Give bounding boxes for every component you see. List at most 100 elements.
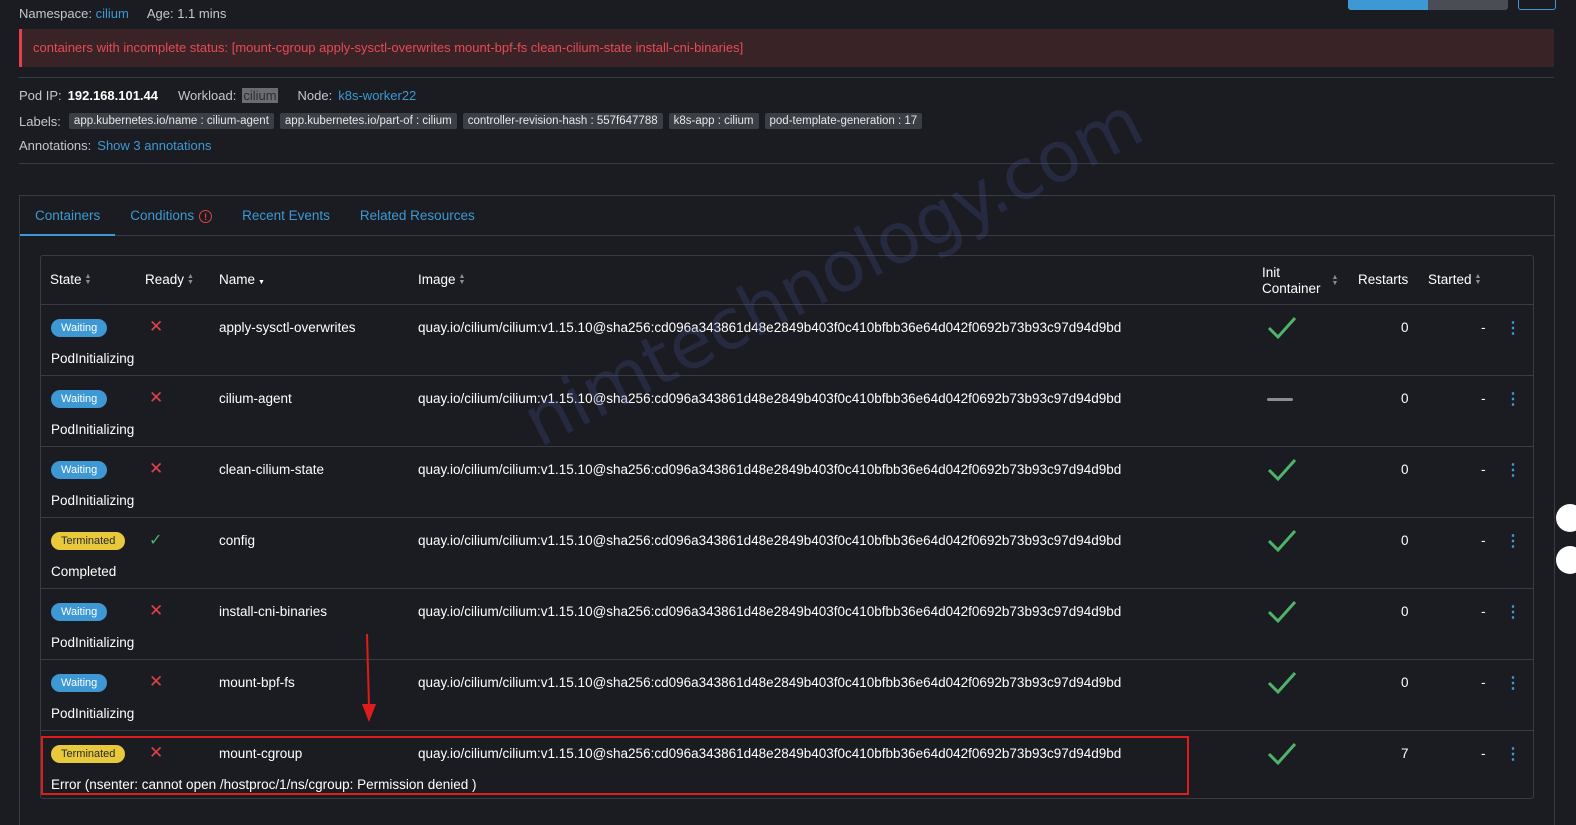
ready-cell: ✕ xyxy=(149,459,163,479)
age-value: 1.1 mins xyxy=(177,5,227,21)
started-value: - xyxy=(1481,533,1486,548)
header-label-line: Container xyxy=(1262,281,1321,296)
check-icon xyxy=(1267,671,1297,695)
cross-icon: ✕ xyxy=(149,601,164,620)
state-detail: PodInitializing xyxy=(51,351,135,366)
restarts-count: 0 xyxy=(1401,533,1409,548)
age-label: Age: xyxy=(146,5,174,21)
container-image: quay.io/cilium/cilium:v1.15.10@sha256:cd… xyxy=(418,391,1122,406)
container-image: quay.io/cilium/cilium:v1.15.10@sha256:cd… xyxy=(418,533,1122,548)
init-container-cell xyxy=(1267,315,1297,344)
column-header-state[interactable]: State ▲ ▼ xyxy=(50,272,91,287)
annotations-label: Annotations: xyxy=(19,138,92,153)
init-container-cell xyxy=(1267,670,1297,699)
container-name: mount-bpf-fs xyxy=(219,675,295,690)
containers-table: State ▲ ▼ Ready ▲ ▼ Name ▼ Image ▲ ▼ Init C… xyxy=(40,255,1534,799)
restarts-count: 0 xyxy=(1401,462,1409,477)
started-value: - xyxy=(1481,462,1486,477)
state-detail: Error (nsenter: cannot open /hostproc/1/… xyxy=(51,777,477,792)
container-image: quay.io/cilium/cilium:v1.15.10@sha256:cd… xyxy=(418,746,1122,761)
check-icon xyxy=(1267,458,1297,482)
column-header-image[interactable]: Image ▲ ▼ xyxy=(418,272,465,287)
state-badge: Terminated xyxy=(51,532,126,550)
primary-action-button[interactable] xyxy=(1348,0,1428,10)
header-label: Init Container xyxy=(1262,265,1321,297)
sort-icon: ▲ ▼ xyxy=(187,272,194,286)
row-actions-kebab-icon[interactable]: ⋮ xyxy=(1505,389,1521,409)
column-header-restarts[interactable]: Restarts xyxy=(1358,272,1408,287)
tab-bar: Containers Conditions ! Recent Events Re… xyxy=(20,196,1554,236)
side-avatar-button[interactable] xyxy=(1556,546,1576,574)
column-header-started[interactable]: Started ▲ ▼ xyxy=(1428,272,1481,287)
tab-related-resources[interactable]: Related Resources xyxy=(345,196,490,236)
cross-icon: ✕ xyxy=(149,459,164,478)
ready-cell: ✕ xyxy=(149,317,163,337)
column-header-init-container[interactable]: Init Container ▲ ▼ xyxy=(1262,265,1338,297)
container-image: quay.io/cilium/cilium:v1.15.10@sha256:cd… xyxy=(418,462,1122,477)
state-badge: Waiting xyxy=(51,674,108,692)
ready-cell: ✕ xyxy=(149,388,163,408)
incomplete-status-banner: containers with incomplete status: [moun… xyxy=(19,29,1554,67)
header-label: Restarts xyxy=(1358,272,1409,287)
state-cell: Waiting xyxy=(51,390,108,408)
restarts-count: 0 xyxy=(1401,320,1409,335)
row-actions-kebab-icon[interactable]: ⋮ xyxy=(1505,318,1521,338)
init-container-cell xyxy=(1267,457,1297,486)
secondary-action-button[interactable] xyxy=(1428,0,1508,10)
labels-label: Labels: xyxy=(19,113,61,129)
more-action-button[interactable] xyxy=(1518,0,1556,10)
state-cell: Waiting xyxy=(51,603,108,621)
annotation-arrow-icon xyxy=(362,634,376,722)
cross-icon: ✕ xyxy=(149,672,164,691)
state-cell: Waiting xyxy=(51,461,108,479)
row-actions-kebab-icon[interactable]: ⋮ xyxy=(1505,744,1521,764)
row-actions-kebab-icon[interactable]: ⋮ xyxy=(1505,602,1521,622)
started-value: - xyxy=(1481,675,1486,690)
annotations-row: Annotations: Show 3 annotations xyxy=(19,138,211,153)
sort-icon: ▲ ▼ xyxy=(458,272,466,286)
label-tag: pod-template-generation : 17 xyxy=(764,113,923,129)
restarts-count: 0 xyxy=(1401,391,1409,406)
ready-cell: ✕ xyxy=(149,601,163,621)
header-action-group xyxy=(1348,0,1508,10)
sort-icon: ▲ ▼ xyxy=(84,272,92,286)
started-value: - xyxy=(1481,746,1486,761)
container-name: config xyxy=(219,533,256,548)
label-tag: k8s-app : cilium xyxy=(668,113,759,129)
workload-link[interactable]: cilium xyxy=(242,88,278,103)
row-actions-kebab-icon[interactable]: ⋮ xyxy=(1505,460,1521,480)
row-actions-kebab-icon[interactable]: ⋮ xyxy=(1505,673,1521,693)
pod-ip-label: Pod IP: xyxy=(19,88,62,103)
row-actions-kebab-icon[interactable]: ⋮ xyxy=(1505,531,1521,551)
divider xyxy=(19,163,1554,164)
workload-label: Workload: xyxy=(178,88,237,103)
dash-icon xyxy=(1267,398,1293,401)
tab-containers[interactable]: Containers xyxy=(20,196,116,236)
container-image: quay.io/cilium/cilium:v1.15.10@sha256:cd… xyxy=(418,320,1122,335)
side-widget-button[interactable] xyxy=(1556,504,1576,532)
check-icon xyxy=(1267,600,1297,624)
divider xyxy=(19,77,1554,78)
node-link[interactable]: k8s-worker22 xyxy=(338,88,416,103)
tab-recent-events[interactable]: Recent Events xyxy=(227,196,345,236)
table-row: Waiting PodInitializing ✕ apply-sysctl-over… xyxy=(41,305,1533,376)
check-icon xyxy=(1267,529,1297,553)
ready-cell: ✓ xyxy=(149,530,162,550)
container-name: apply-sysctl-overwrites xyxy=(219,320,356,335)
alert-icon: ! xyxy=(199,210,213,223)
namespace-link[interactable]: cilium xyxy=(96,6,129,21)
state-detail: PodInitializing xyxy=(51,635,135,650)
table-row: Terminated Completed ✓ config quay.io/cilium… xyxy=(41,518,1533,589)
pod-meta-line: Namespace: cilium Age: 1.1 mins xyxy=(19,4,226,22)
sort-icon: ▼ xyxy=(258,278,265,286)
table-row: Waiting PodInitializing ✕ clean-cilium-stat… xyxy=(41,447,1533,518)
show-annotations-link[interactable]: Show 3 annotations xyxy=(97,138,211,153)
ready-cell: ✕ xyxy=(149,743,163,763)
column-header-name[interactable]: Name ▼ xyxy=(219,272,265,287)
tab-conditions[interactable]: Conditions ! xyxy=(115,196,227,236)
column-header-ready[interactable]: Ready ▲ ▼ xyxy=(145,272,194,287)
started-value: - xyxy=(1481,391,1486,406)
container-name: cilium-agent xyxy=(219,391,292,406)
started-value: - xyxy=(1481,604,1486,619)
ready-cell: ✕ xyxy=(149,672,163,692)
